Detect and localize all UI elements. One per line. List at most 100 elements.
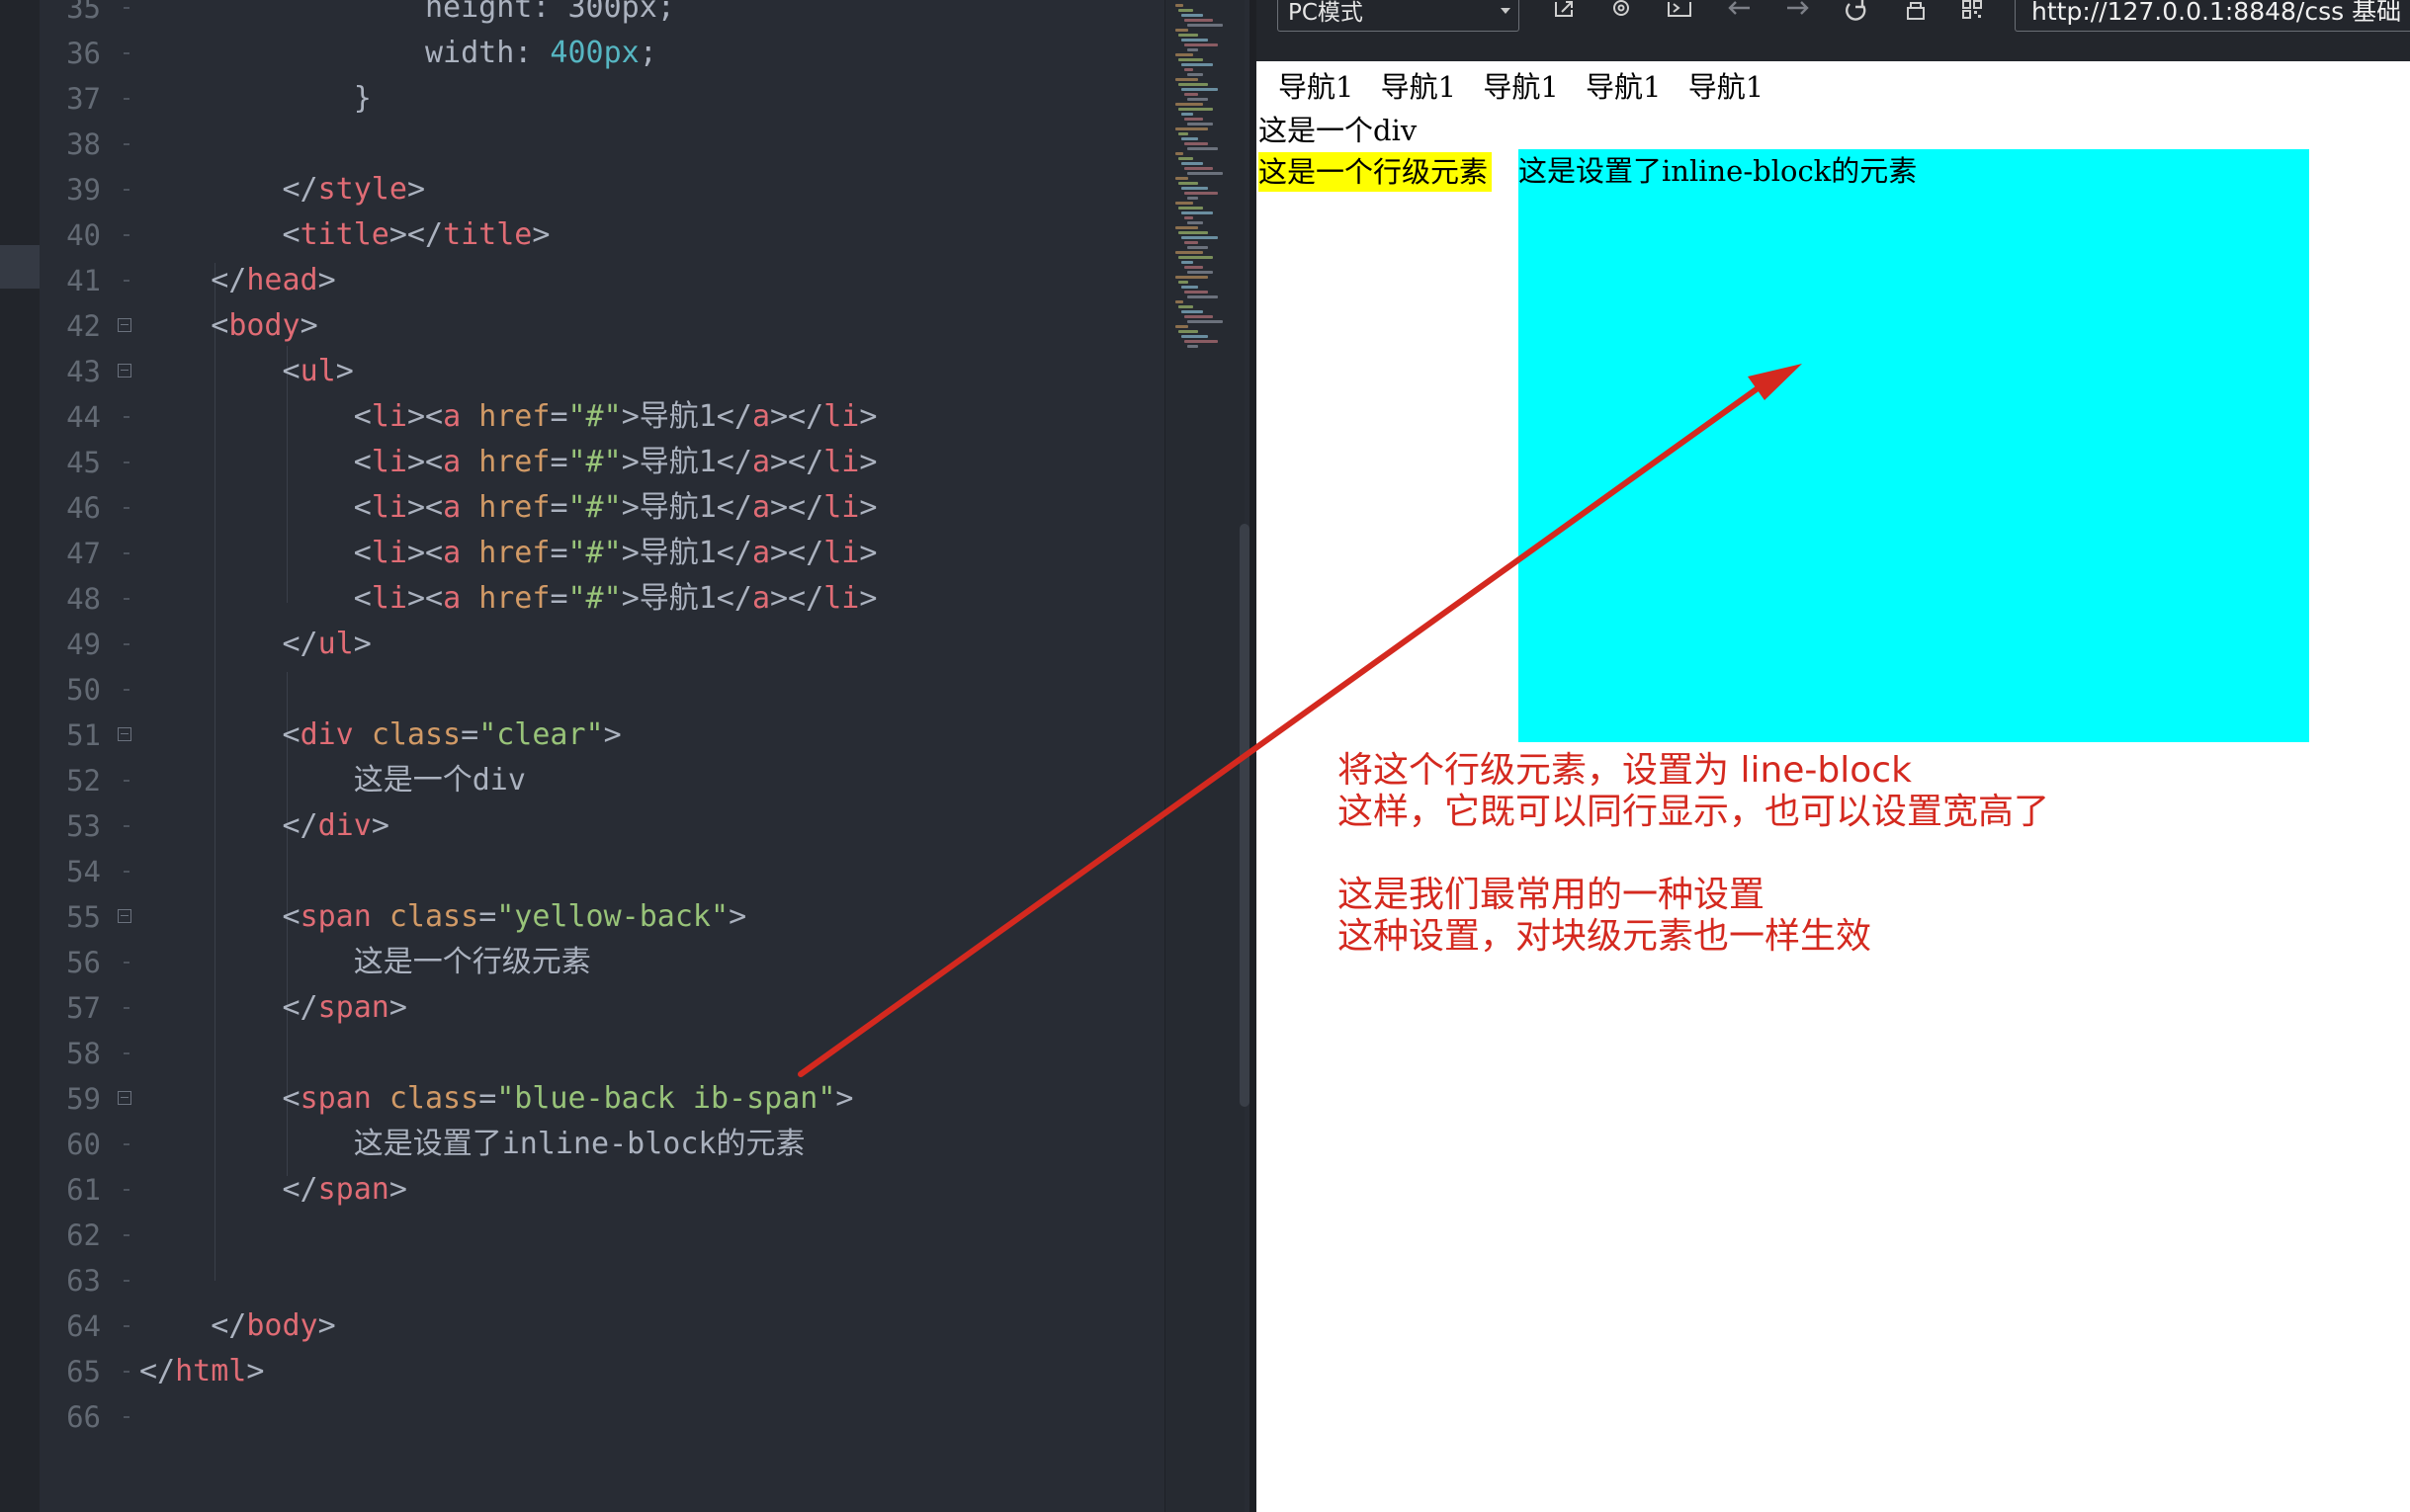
code-line[interactable]: 37 } (40, 76, 1164, 122)
qr-code-icon[interactable] (1955, 0, 1989, 30)
code-line[interactable]: 62 (40, 1213, 1164, 1258)
line-number: 59 (66, 1082, 101, 1116)
minimap-line (1178, 330, 1198, 333)
code-line[interactable]: 51 <div class="clear"> (40, 713, 1164, 758)
code-line[interactable]: 43 <ul> (40, 349, 1164, 394)
gutter-tick (124, 280, 129, 282)
code-token: > (532, 217, 551, 252)
open-external-icon[interactable] (1548, 0, 1582, 30)
code-line[interactable]: 54 (40, 849, 1164, 894)
code-token: html (175, 1354, 247, 1388)
code-token: li (823, 445, 860, 479)
nav-link[interactable]: 导航1 (1278, 70, 1353, 104)
url-bar[interactable]: http://127.0.0.1:8848/css 基础 (2015, 0, 2410, 32)
code-line[interactable]: 46 <li><a href="#">导航1</a></li> (40, 485, 1164, 531)
refresh-icon[interactable] (1840, 0, 1873, 30)
line-number: 65 (66, 1355, 101, 1388)
code-line[interactable]: 55 <span class="yellow-back"> (40, 894, 1164, 940)
pane-divider[interactable] (1249, 0, 1256, 1512)
code-line[interactable]: 41 </head> (40, 258, 1164, 303)
code-token: body (246, 1308, 318, 1343)
gutter-tick (124, 1325, 129, 1327)
device-mode-select[interactable]: PC模式 (1277, 0, 1519, 32)
code-line[interactable]: 39 </style> (40, 167, 1164, 212)
code-line[interactable]: 65 </html> (40, 1349, 1164, 1394)
code-token: = (550, 490, 568, 525)
code-line[interactable]: 53 </div> (40, 803, 1164, 849)
arrow-right-icon[interactable] (1781, 0, 1815, 30)
minimap-line (1181, 310, 1203, 313)
code-line[interactable]: 47 <li><a href="#">导航1</a></li> (40, 531, 1164, 576)
code-line[interactable]: 38 (40, 122, 1164, 167)
fold-toggle-icon[interactable] (118, 909, 131, 923)
code-token: ></ (770, 581, 824, 616)
minimap-line (1181, 211, 1213, 214)
code-token: a (443, 399, 462, 434)
line-number: 42 (66, 309, 101, 343)
fold-toggle-icon[interactable] (118, 318, 131, 332)
code-token: </ (139, 1354, 176, 1388)
list-item: 导航1 (1586, 65, 1661, 109)
gutter-tick (124, 143, 129, 145)
minimap-line (1187, 320, 1223, 323)
code-line[interactable]: 58 (40, 1031, 1164, 1076)
console-icon[interactable] (1663, 0, 1696, 30)
line-number: 39 (66, 173, 101, 207)
gutter-tick (124, 871, 129, 873)
code-text: <li><a href="#">导航1</a></li> (139, 531, 878, 576)
code-line[interactable]: 63 (40, 1258, 1164, 1303)
code-line[interactable]: 56 这是一个行级元素 (40, 940, 1164, 985)
browser-preview: PC模式 http://127.0.0.1:8848/css 基础 导航1 导航… (1256, 0, 2410, 1512)
gutter-tick (124, 552, 129, 554)
code-line[interactable]: 44 <li><a href="#">导航1</a></li> (40, 394, 1164, 440)
minimap-line (1187, 295, 1218, 298)
fold-toggle-icon[interactable] (118, 364, 131, 378)
minimap[interactable] (1164, 0, 1245, 1512)
nav-link[interactable]: 导航1 (1483, 70, 1558, 104)
code-line[interactable]: 48 <li><a href="#">导航1</a></li> (40, 576, 1164, 622)
code-line[interactable]: 60 这是设置了inline-block的元素 (40, 1122, 1164, 1167)
gear-icon[interactable] (1604, 0, 1638, 30)
minimap-line (1184, 19, 1213, 22)
editor-scrollbar-thumb[interactable] (1240, 524, 1249, 1107)
lock-icon[interactable] (1899, 0, 1933, 30)
annotation-note: 将这个行级元素，设置为 line-block 这样，它既可以同行显示，也可以设置… (1337, 750, 2049, 958)
code-token: li (371, 581, 407, 616)
code-lines[interactable]: 35 height: 300px; 36 width: 400px; 37 } 38 3… (40, 0, 1164, 1440)
current-line-marker (0, 245, 40, 289)
nav-link[interactable]: 导航1 (1381, 70, 1456, 104)
code-token: class (388, 899, 479, 934)
code-line[interactable]: 64 </body> (40, 1303, 1164, 1349)
code-token: > (246, 1354, 265, 1388)
fold-toggle-icon[interactable] (118, 1091, 131, 1105)
nav-link[interactable]: 导航1 (1688, 70, 1764, 104)
code-line[interactable]: 45 <li><a href="#">导航1</a></li> (40, 440, 1164, 485)
code-line[interactable]: 61 </span> (40, 1167, 1164, 1213)
minimap-line (1175, 152, 1183, 155)
fold-toggle-icon[interactable] (118, 727, 131, 741)
code-line[interactable]: 36 width: 400px; (40, 31, 1164, 76)
code-line[interactable]: 59 <span class="blue-back ib-span"> (40, 1076, 1164, 1122)
arrow-left-icon[interactable] (1722, 0, 1756, 30)
nav-link[interactable]: 导航1 (1586, 70, 1661, 104)
minimap-line (1184, 43, 1218, 46)
code-line[interactable]: 57 </span> (40, 985, 1164, 1031)
code-editor[interactable]: 35 height: 300px; 36 width: 400px; 37 } 38 3… (0, 0, 1164, 1512)
code-line[interactable]: 49 </ul> (40, 622, 1164, 667)
code-line[interactable]: 52 这是一个div (40, 758, 1164, 803)
code-token: class (371, 717, 462, 752)
code-line[interactable]: 50 (40, 667, 1164, 713)
line-number: 50 (66, 673, 101, 707)
code-line[interactable]: 40 <title></title> (40, 212, 1164, 258)
code-token: href (478, 581, 551, 616)
code-token: >导航1</ (621, 399, 752, 434)
code-token: >导航1</ (621, 445, 752, 479)
code-line[interactable]: 35 height: 300px; (40, 0, 1164, 31)
list-item: 导航1 (1688, 65, 1764, 109)
code-token: > (300, 308, 318, 343)
code-line[interactable]: 66 (40, 1394, 1164, 1440)
code-line[interactable]: 42 <body> (40, 303, 1164, 349)
gutter-tick (124, 689, 129, 691)
